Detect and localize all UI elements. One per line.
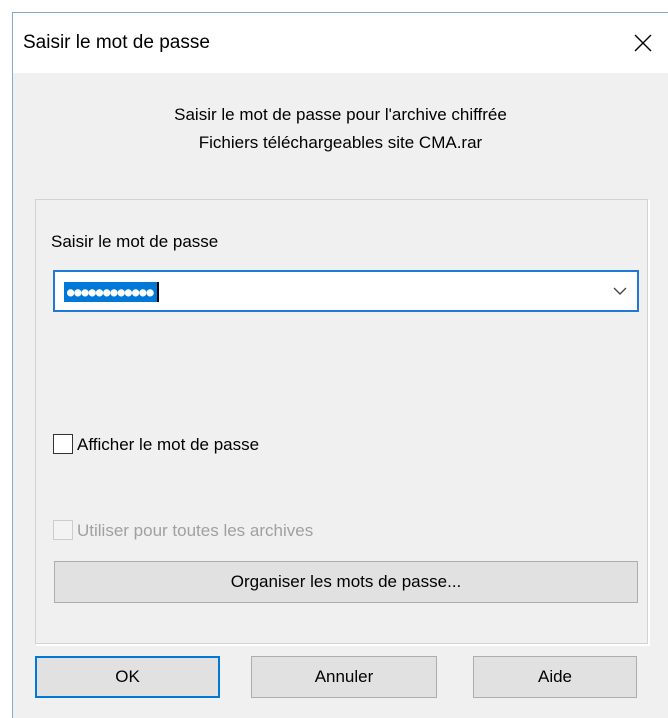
ok-label: OK xyxy=(115,667,140,686)
help-button[interactable]: Aide xyxy=(473,656,637,698)
prompt-text: Saisir le mot de passe pour l'archive ch… xyxy=(13,101,668,157)
use-for-all-checkbox xyxy=(53,520,73,540)
archive-name: Fichiers téléchargeables site CMA.rar xyxy=(198,133,483,152)
show-password-checkbox[interactable] xyxy=(53,434,73,454)
organize-passwords-button[interactable]: Organiser les mots de passe... xyxy=(54,561,638,603)
prompt-line-1: Saisir le mot de passe pour l'archive ch… xyxy=(174,105,507,124)
password-dialog: Saisir le mot de passe Saisir le mot de … xyxy=(12,12,668,718)
dropdown-button[interactable] xyxy=(609,280,631,302)
organize-passwords-label: Organiser les mots de passe... xyxy=(230,572,462,591)
use-for-all-label: Utiliser pour toutes les archives xyxy=(77,521,314,540)
show-password-label[interactable]: Afficher le mot de passe xyxy=(77,435,259,455)
help-label: Aide xyxy=(537,667,573,686)
window-title: Saisir le mot de passe xyxy=(23,32,210,53)
password-label: Saisir le mot de passe xyxy=(51,232,219,251)
chevron-down-icon xyxy=(613,287,627,295)
cancel-button[interactable]: Annuler xyxy=(251,656,437,698)
close-icon xyxy=(634,34,652,52)
ok-button[interactable]: OK xyxy=(35,656,220,698)
close-button[interactable] xyxy=(618,13,668,73)
text-caret xyxy=(157,282,159,302)
password-input-value[interactable]: ●●●●●●●●●●●● xyxy=(64,282,157,302)
cancel-label: Annuler xyxy=(314,667,374,686)
title-bar: Saisir le mot de passe xyxy=(13,13,668,73)
password-combobox[interactable]: ●●●●●●●●●●●● xyxy=(53,270,639,312)
